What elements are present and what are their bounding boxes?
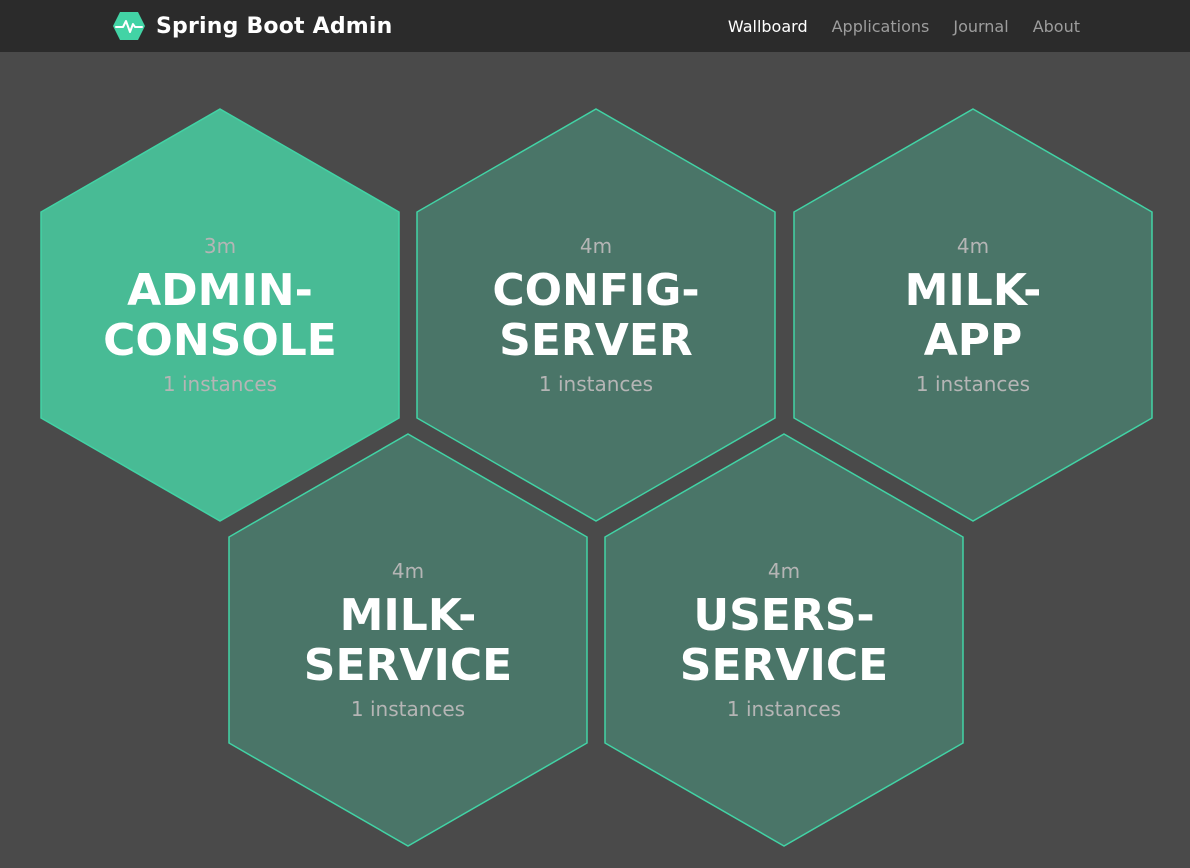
app-hexagon-milk-service[interactable]: 4m MILK- SERVICE 1 instances bbox=[228, 433, 588, 847]
app-instances: 1 instances bbox=[915, 372, 1031, 396]
app-name: ADMIN- CONSOLE bbox=[103, 265, 337, 366]
app-instances: 1 instances bbox=[538, 372, 654, 396]
app-name: CONFIG- SERVER bbox=[492, 265, 700, 366]
wallboard-grid: 3m ADMIN- CONSOLE 1 instances 4m CONFIG-… bbox=[0, 52, 1190, 868]
app-uptime: 4m bbox=[579, 234, 613, 258]
app-instances: 1 instances bbox=[726, 697, 842, 721]
app-name: MILK- SERVICE bbox=[303, 590, 513, 691]
app-uptime: 4m bbox=[391, 559, 425, 583]
app-name: USERS- SERVICE bbox=[679, 590, 889, 691]
brand-link[interactable]: Spring Boot Admin bbox=[112, 10, 393, 42]
nav-menu: Wallboard Applications Journal About bbox=[704, 0, 1080, 52]
app-hexagon-users-service[interactable]: 4m USERS- SERVICE 1 instances bbox=[604, 433, 964, 847]
app-instances: 1 instances bbox=[162, 372, 278, 396]
brand-title: Spring Boot Admin bbox=[156, 13, 393, 39]
app-uptime: 4m bbox=[956, 234, 990, 258]
app-name: MILK- APP bbox=[904, 265, 1042, 366]
app-instances: 1 instances bbox=[350, 697, 466, 721]
nav-journal[interactable]: Journal bbox=[953, 17, 1008, 36]
app-uptime: 4m bbox=[767, 559, 801, 583]
app-uptime: 3m bbox=[203, 234, 237, 258]
nav-about[interactable]: About bbox=[1033, 17, 1080, 36]
nav-applications[interactable]: Applications bbox=[832, 17, 930, 36]
nav-wallboard[interactable]: Wallboard bbox=[728, 17, 808, 36]
top-navbar: Spring Boot Admin Wallboard Applications… bbox=[0, 0, 1190, 52]
heartbeat-hexagon-icon bbox=[113, 12, 145, 40]
